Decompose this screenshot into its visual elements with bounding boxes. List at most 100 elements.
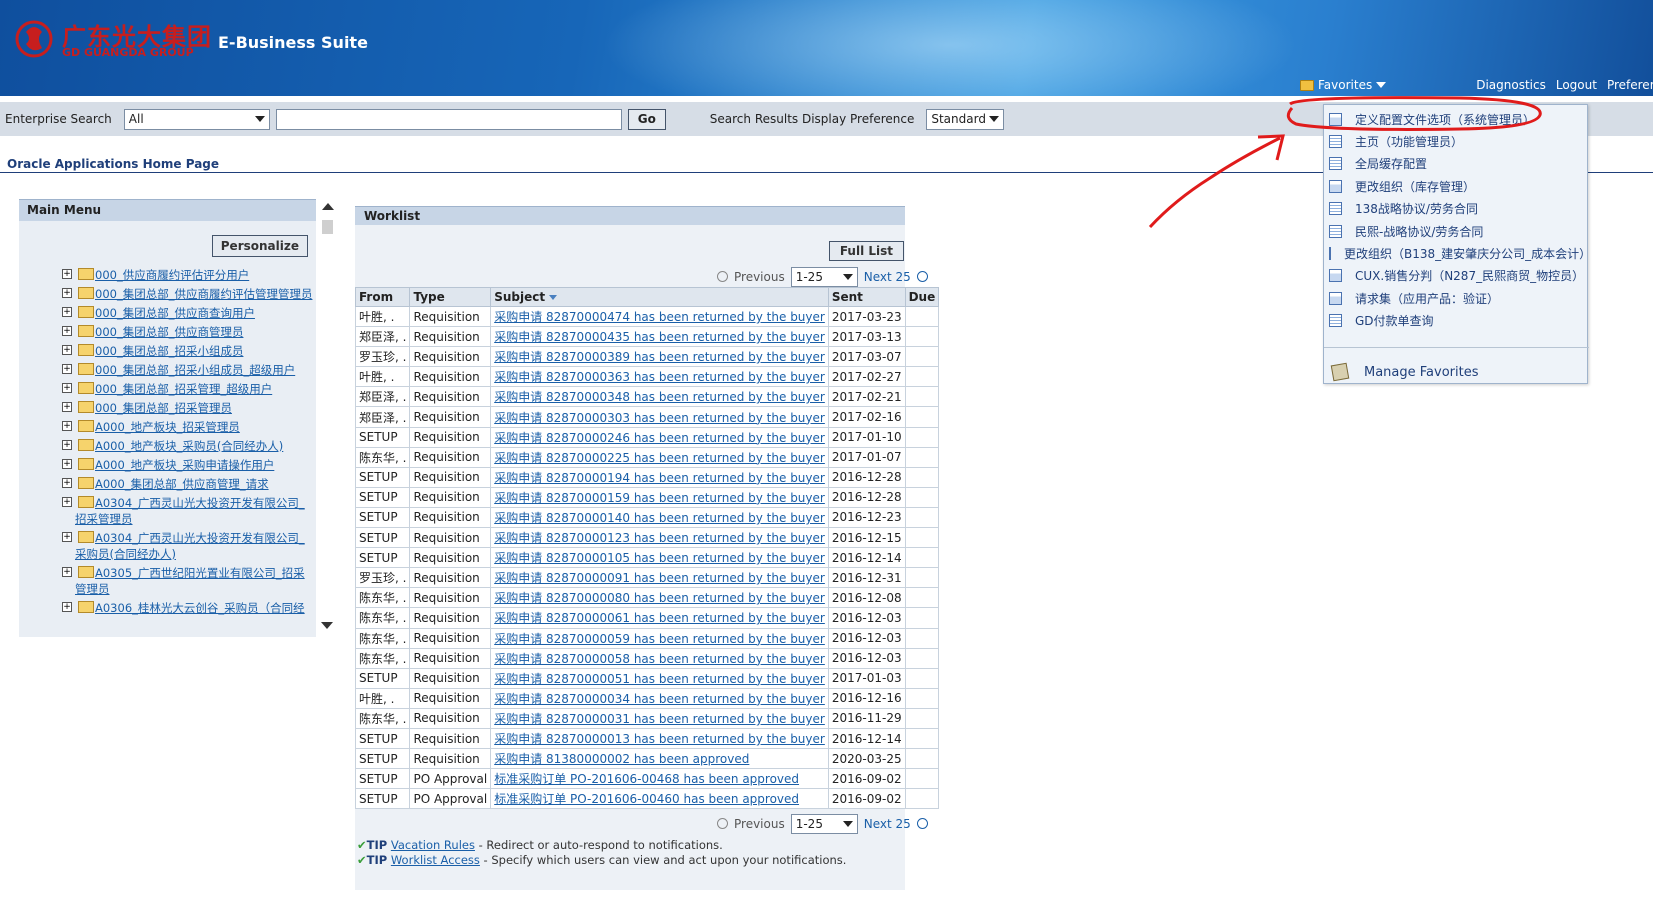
main-menu-item-label[interactable]: 000_集团总部_招采小组成员 — [95, 344, 243, 358]
main-menu-item[interactable]: +000_集团总部_招采管理员 — [41, 400, 316, 416]
subject-link[interactable]: 采购申请 82870000225 has been returned by th… — [494, 451, 825, 465]
column-header-sent[interactable]: Sent — [827, 287, 906, 307]
search-scope-select[interactable]: All — [123, 108, 270, 130]
expand-icon[interactable]: + — [62, 421, 72, 431]
subject-link[interactable]: 采购申请 82870000031 has been returned by th… — [494, 712, 825, 726]
favorite-item[interactable]: CUX.销售分判（N287_民熙商贸_物控员） — [1324, 265, 1589, 287]
expand-icon[interactable]: + — [62, 497, 72, 507]
scroll-up-icon[interactable] — [321, 203, 334, 210]
main-menu-item[interactable]: + A000_集团总部_供应商管理_请求 — [41, 476, 316, 492]
expand-icon[interactable]: + — [62, 326, 72, 336]
favorite-item[interactable]: 民熙-战略协议/劳务合同 — [1324, 220, 1589, 242]
search-input[interactable] — [275, 108, 622, 130]
subject-link[interactable]: 采购申请 82870000091 has been returned by th… — [494, 571, 825, 585]
subject-link[interactable]: 采购申请 82870000051 has been returned by th… — [494, 672, 825, 686]
subject-link[interactable]: 采购申请 82870000348 has been returned by th… — [494, 390, 825, 404]
main-menu-item-label[interactable]: A0306_桂林光大云创谷_采购员（合同经 — [95, 601, 305, 615]
subject-link[interactable]: 采购申请 82870000105 has been returned by th… — [494, 551, 825, 565]
main-menu-item-label[interactable]: 000_集团总部_招采管理员 — [95, 401, 232, 415]
main-menu-item-label[interactable]: A000_集团总部_供应商管理_请求 — [95, 477, 269, 491]
favorite-item[interactable]: 更改组织（B138_建安肇庆分公司_成本会计） — [1324, 242, 1591, 264]
subject-link[interactable]: 采购申请 82870000140 has been returned by th… — [494, 511, 825, 525]
next-25-link[interactable]: Next 25 — [864, 817, 911, 831]
main-menu-item-label[interactable]: 000_集团总部_招采小组成员_超级用户 — [95, 363, 295, 377]
expand-icon[interactable]: + — [62, 288, 72, 298]
expand-icon[interactable]: + — [62, 402, 72, 412]
main-menu-item-label[interactable]: 000_集团总部_供应商查询用户 — [95, 306, 255, 320]
preferences-link[interactable]: Preferer — [1607, 78, 1653, 92]
main-menu-item[interactable]: + A0304_广西灵山光大投资开发有限公司_采购员(合同经办人) — [41, 530, 316, 562]
expand-icon[interactable]: + — [62, 532, 72, 542]
main-menu-item-label[interactable]: A0305_广西世纪阳光置业有限公司_招采管理员 — [75, 566, 305, 596]
expand-icon[interactable]: + — [62, 345, 72, 355]
main-menu-item[interactable]: +000_供应商履约评估评分用户 — [41, 267, 316, 283]
subject-link[interactable]: 标准采购订单 PO-201606-00468 has been approved — [494, 772, 799, 786]
main-menu-item[interactable]: + A0306_桂林光大云创谷_采购员（合同经 — [41, 600, 316, 616]
expand-icon[interactable]: + — [62, 269, 72, 279]
subject-link[interactable]: 采购申请 82870000159 has been returned by th… — [494, 491, 825, 505]
subject-link[interactable]: 标准采购订单 PO-201606-00460 has been approved — [494, 792, 799, 806]
favorite-item[interactable]: 更改组织（库存管理） — [1324, 175, 1589, 197]
subject-link[interactable]: 采购申请 82870000389 has been returned by th… — [494, 350, 825, 364]
column-header-type[interactable]: Type — [409, 287, 492, 307]
vacation-rules-link[interactable]: Vacation Rules — [391, 838, 475, 852]
main-menu-item[interactable]: +000_集团总部_供应商查询用户 — [41, 305, 316, 321]
subject-link[interactable]: 采购申请 82870000246 has been returned by th… — [494, 431, 825, 445]
expand-icon[interactable]: + — [62, 307, 72, 317]
main-menu-item[interactable]: + A0304_广西灵山光大投资开发有限公司_招采管理员 — [41, 495, 316, 527]
subject-link[interactable]: 采购申请 82870000303 has been returned by th… — [494, 411, 825, 425]
favorite-item[interactable]: 请求集（应用产品：验证） — [1324, 287, 1589, 309]
main-menu-item[interactable]: +000_集团总部_招采小组成员 — [41, 343, 316, 359]
main-menu-scrollbar[interactable] — [321, 199, 334, 637]
main-menu-item-label[interactable]: A0304_广西灵山光大投资开发有限公司_招采管理员 — [75, 496, 305, 526]
main-menu-item[interactable]: +000_集团总部_招采管理_超级用户 — [41, 381, 316, 397]
manage-favorites-link[interactable]: Manage Favorites — [1324, 360, 1479, 384]
expand-icon[interactable]: + — [62, 602, 72, 612]
expand-icon[interactable]: + — [62, 364, 72, 374]
subject-link[interactable]: 采购申请 82870000058 has been returned by th… — [494, 652, 825, 666]
next-icon[interactable] — [916, 818, 928, 829]
main-menu-item[interactable]: + A0305_广西世纪阳光置业有限公司_招采管理员 — [41, 565, 316, 597]
subject-link[interactable]: 采购申请 82870000435 has been returned by th… — [494, 330, 825, 344]
subject-link[interactable]: 采购申请 82870000123 has been returned by th… — [494, 531, 825, 545]
full-list-button[interactable]: Full List — [828, 241, 904, 261]
main-menu-item-label[interactable]: A000_地产板块_招采管理员 — [95, 420, 240, 434]
subject-link[interactable]: 采购申请 82870000363 has been returned by th… — [494, 370, 825, 384]
column-header-subject[interactable]: Subject — [490, 287, 829, 307]
main-menu-item[interactable]: + A000_地产板块_采购员(合同经办人) — [41, 438, 316, 454]
favorites-button[interactable]: Favorites — [1300, 78, 1387, 92]
main-menu-item[interactable]: + A000_地产板块_采购申请操作用户 — [41, 457, 316, 473]
main-menu-item-label[interactable]: A000_地产板块_采购员(合同经办人) — [95, 439, 283, 453]
range-select[interactable]: 1-25 — [790, 813, 858, 834]
display-preference-select[interactable]: Standard — [926, 108, 1005, 130]
main-menu-item[interactable]: +000_集团总部_供应商管理员 — [41, 324, 316, 340]
main-menu-item[interactable]: +000_集团总部_供应商履约评估管理管理员 — [41, 286, 316, 302]
favorite-item[interactable]: GD付款单查询 — [1324, 310, 1589, 332]
go-button[interactable]: Go — [627, 108, 666, 130]
subject-link[interactable]: 采购申请 82870000474 has been returned by th… — [494, 310, 825, 324]
favorite-item[interactable]: 定义配置文件选项（系统管理员） — [1324, 108, 1589, 130]
column-header-due[interactable]: Due — [904, 287, 940, 307]
main-menu-item-label[interactable]: 000_供应商履约评估评分用户 — [95, 268, 249, 282]
subject-link[interactable]: 采购申请 82870000194 has been returned by th… — [494, 471, 825, 485]
main-menu-item-label[interactable]: 000_集团总部_供应商履约评估管理管理员 — [95, 287, 312, 301]
main-menu-item-label[interactable]: 000_集团总部_招采管理_超级用户 — [95, 382, 272, 396]
main-menu-item-label[interactable]: 000_集团总部_供应商管理员 — [95, 325, 243, 339]
favorite-item[interactable]: 138战略协议/劳务合同 — [1324, 198, 1589, 220]
range-select[interactable]: 1-25 — [790, 266, 858, 287]
next-25-link[interactable]: Next 25 — [864, 270, 911, 284]
expand-icon[interactable]: + — [62, 440, 72, 450]
main-menu-item-label[interactable]: A0304_广西灵山光大投资开发有限公司_采购员(合同经办人) — [75, 531, 305, 561]
main-menu-item-label[interactable]: A000_地产板块_采购申请操作用户 — [95, 458, 274, 472]
personalize-button[interactable]: Personalize — [211, 235, 308, 257]
expand-icon[interactable]: + — [62, 478, 72, 488]
subject-link[interactable]: 采购申请 82870000034 has been returned by th… — [494, 692, 825, 706]
main-menu-item[interactable]: + A000_地产板块_招采管理员 — [41, 419, 316, 435]
favorite-item[interactable]: 主页（功能管理员） — [1324, 130, 1589, 152]
scroll-thumb[interactable] — [322, 220, 333, 234]
main-menu-item[interactable]: +000_集团总部_招采小组成员_超级用户 — [41, 362, 316, 378]
subject-link[interactable]: 采购申请 82870000080 has been returned by th… — [494, 591, 825, 605]
expand-icon[interactable]: + — [62, 383, 72, 393]
subject-link[interactable]: 采购申请 82870000013 has been returned by th… — [494, 732, 825, 746]
expand-icon[interactable]: + — [62, 567, 72, 577]
